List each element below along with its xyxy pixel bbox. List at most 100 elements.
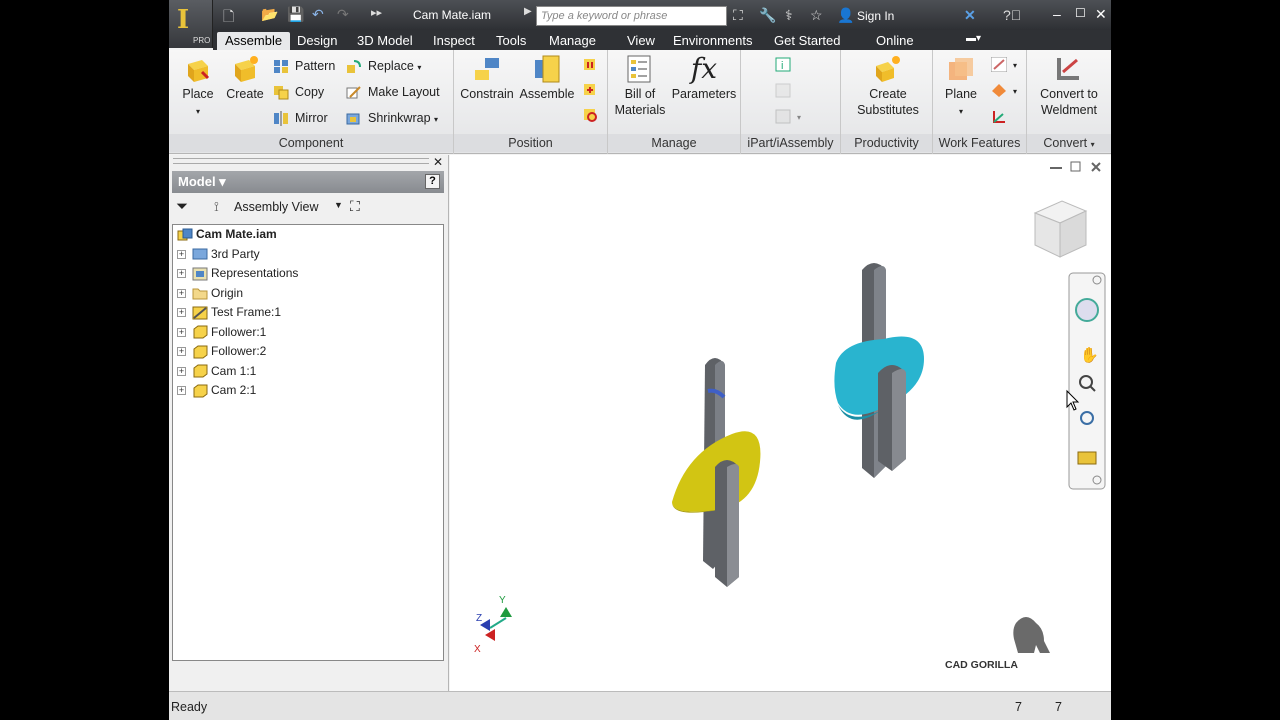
tree-item-3rd-party[interactable]: +3rd Party [177,245,260,263]
tab-3d-model[interactable]: 3D Model [349,32,421,50]
tree-item-origin[interactable]: + Origin [177,284,243,302]
undo-icon[interactable]: ↶ [312,6,324,23]
ribbon: Place ▾ Create Pattern Copy Mirror Replac… [169,50,1111,154]
ribbon-options-icon[interactable]: ▬▾ [958,32,989,50]
bill-of-materials-button[interactable]: Bill of Materials [612,54,668,118]
cam-2-model[interactable] [834,336,924,472]
browser-grip[interactable] [173,158,429,164]
search-input[interactable]: Type a keyword or phrase [536,6,727,26]
binoculars-icon[interactable]: ⛶ [733,7,743,24]
steering-wheel-icon[interactable] [1075,298,1099,322]
tab-view[interactable]: View [619,32,663,50]
expand-icon[interactable]: + [177,327,186,337]
replace-button[interactable]: Replace ▾ [346,56,421,76]
sign-in-link[interactable]: Sign In [857,9,894,23]
grip-snap-icon[interactable] [582,104,604,124]
place-button[interactable]: Place ▾ [177,54,219,120]
viewport-window-controls[interactable] [1050,161,1101,172]
tab-tools[interactable]: Tools [488,32,534,50]
cam-1-model[interactable] [672,431,761,587]
bom-icon [627,55,651,83]
expand-icon[interactable]: + [177,366,186,376]
point-icon[interactable]: ▾ [991,80,1017,100]
weldment-label-2: Weldment [1040,103,1098,117]
create-button[interactable]: Create [225,54,265,102]
make-layout-button[interactable]: Make Layout [346,82,440,102]
tree-item-cam-2[interactable]: + Cam 2:1 [177,381,256,399]
tab-inspect[interactable]: Inspect [425,32,483,50]
tree-item-representations[interactable]: + Representations [177,264,298,282]
inventor-logo: I [177,5,190,35]
expand-icon[interactable]: + [177,308,186,318]
free-rotate-icon[interactable] [582,79,604,99]
expand-icon[interactable]: + [177,288,186,298]
expand-icon[interactable]: + [177,269,186,279]
expand-icon[interactable]: + [177,347,186,357]
exchange-icon[interactable]: ✕ [964,7,976,24]
open-icon[interactable]: 📂 [261,6,278,23]
look-at-icon[interactable] [1077,451,1097,465]
tree-item-cam-1[interactable]: + Cam 1:1 [177,362,256,380]
tree-root[interactable]: Cam Mate.iam [177,225,277,243]
help-icon[interactable]: ?⃝ [1003,7,1021,23]
tab-assemble[interactable]: Assemble [217,32,291,50]
ucs-icon[interactable] [991,106,1013,126]
satellite-icon[interactable]: ⚕ [785,7,793,24]
weldment-label-1: Convert to [1040,87,1098,101]
constrain-button[interactable]: Constrain [458,54,516,102]
view-dropdown-arrow-icon[interactable]: ▼ [334,200,343,210]
expand-icon[interactable]: + [177,249,186,259]
application-menu-button[interactable]: I PRO [169,0,213,48]
new-icon[interactable]: 🗋 [223,6,234,30]
assemble-icon [535,55,560,83]
productivity-panel-title: Productivity [841,134,932,152]
filter-icon[interactable]: ⏷ [176,198,188,215]
plane-button[interactable]: Plane ▾ [939,54,983,120]
minimize-button[interactable]: – [1053,6,1061,22]
tree-item-follower-2[interactable]: + Follower:2 [177,342,266,360]
browser-header[interactable]: Model ▾ ? [172,171,444,193]
copy-button[interactable]: Copy [273,82,324,102]
pattern-button[interactable]: Pattern [273,56,335,76]
assembly-view-dropdown[interactable]: Assembly View [234,200,319,214]
create-substitutes-button[interactable]: Create Substitutes [847,54,929,118]
tab-design[interactable]: Design [289,32,345,50]
viewcube[interactable] [1033,200,1088,258]
star-icon[interactable]: ☆ [810,7,823,24]
expand-icon[interactable]: + [177,386,186,396]
find-binoculars-icon[interactable]: ⛶ [350,198,360,215]
close-button[interactable]: ✕ [1095,6,1107,23]
graphics-viewport[interactable]: ✋ Y Z X CAD GORILLA [450,155,1111,691]
browser-close-icon[interactable]: ✕ [433,155,443,169]
tree-item-test-frame[interactable]: + Test Frame:1 [177,303,281,321]
tools-icon[interactable]: 🔧 [759,7,776,24]
convert-to-weldment-button[interactable]: Convert to Weldment [1029,54,1109,118]
ipart-author-icon[interactable]: i [775,54,797,74]
tab-online[interactable]: Online [868,32,922,50]
shrinkwrap-button[interactable]: Shrinkwrap ▾ [346,108,438,128]
title-arrow-icon[interactable]: ▶ [524,6,532,17]
tab-manage[interactable]: Manage [541,32,604,50]
pan-icon[interactable]: ✋ [1080,346,1099,364]
save-icon[interactable]: 💾 [287,6,304,23]
mirror-button[interactable]: Mirror [273,108,328,128]
tree-root-label: Cam Mate.iam [196,227,277,241]
redo-icon[interactable]: ↷ [337,6,349,23]
parameters-button[interactable]: fx Parameters [670,54,738,102]
tab-get-started[interactable]: Get Started [766,32,848,50]
tab-environments[interactable]: Environments [665,32,760,50]
assemble-button[interactable]: Assemble [518,54,576,102]
convert-title-text: Convert [1043,136,1088,150]
browser-help-icon[interactable]: ? [425,174,440,189]
axis-icon[interactable]: ▾ [991,54,1017,74]
tree-item-follower-1[interactable]: + Follower:1 [177,323,266,341]
more-icon[interactable]: ▸▸ [371,6,382,19]
free-move-icon[interactable] [582,54,604,74]
axis-y-label: Y [499,595,506,606]
assemble-label: Assemble [519,87,575,101]
folder-icon [192,288,208,300]
browser-toolbar: ⏷ ⟟ Assembly View ▼ ⛶ [172,195,444,221]
ipart-table-icon [775,80,797,100]
maximize-button[interactable]: ☐ [1075,6,1086,20]
mirror-icon [274,111,288,127]
